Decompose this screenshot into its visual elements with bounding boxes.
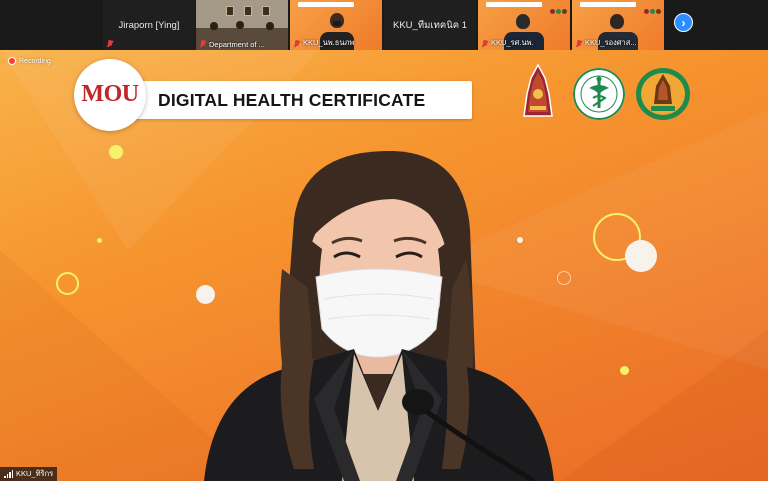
person-head — [610, 14, 624, 29]
decorative-ring — [56, 272, 79, 295]
mou-badge: MOU — [74, 59, 146, 131]
muted-mic-icon — [200, 40, 206, 48]
participant-tile-5[interactable]: KKU_รศ.นพ. — [478, 0, 570, 50]
participant-thumbnail-strip: Jiraporn [Ying] Department of ... KKU_นพ… — [0, 0, 768, 50]
active-speaker-video: Recording DIGITAL HEALTH CERTIFICATE MOU — [0, 50, 768, 481]
mini-logos — [643, 1, 661, 14]
faculty-of-medicine-logo — [636, 68, 690, 120]
active-speaker-name: KKU_ทิริกร — [16, 469, 54, 478]
next-page-button[interactable]: › — [674, 13, 693, 32]
mini-banner — [298, 2, 354, 7]
person-head — [236, 21, 244, 29]
participant-name: KKU_ทีมเทคนิค 1 — [393, 19, 467, 31]
wall-portrait — [226, 6, 234, 16]
mini-banner — [486, 2, 542, 7]
khon-kaen-university-logo — [523, 64, 553, 117]
mini-banner — [580, 2, 636, 7]
participant-tile-6[interactable]: KKU_รองศาส... — [572, 0, 664, 50]
muted-mic-icon — [482, 40, 488, 48]
participant-name: Department of ... — [209, 40, 265, 49]
decorative-dot — [97, 238, 102, 243]
person-head — [210, 22, 218, 30]
person-head — [516, 14, 530, 29]
decorative-dot — [109, 145, 123, 159]
record-icon — [8, 57, 16, 65]
recording-label: Recording — [19, 57, 51, 65]
mini-logos — [549, 1, 567, 14]
signal-strength-icon — [4, 470, 13, 478]
decorative-dot — [620, 366, 629, 375]
wall-portrait — [244, 6, 252, 16]
muted-mic-icon — [294, 40, 300, 48]
participant-name: KKU_นพ.ธนภพ — [303, 38, 355, 47]
recording-indicator[interactable]: Recording — [8, 57, 51, 65]
title-banner: DIGITAL HEALTH CERTIFICATE — [110, 81, 472, 119]
wall-portrait — [262, 6, 270, 16]
participant-tile-1[interactable]: Jiraporn [Ying] — [103, 0, 195, 50]
muted-mic-icon — [107, 40, 113, 48]
active-speaker-name-tag: KKU_ทิริกร — [0, 467, 58, 481]
participant-tile-2[interactable]: Department of ... — [196, 0, 288, 50]
participant-name: KKU_รองศาส... — [585, 38, 637, 47]
ministry-of-public-health-logo — [573, 68, 625, 120]
zoom-meeting-window: Jiraporn [Ying] Department of ... KKU_นพ… — [0, 0, 768, 481]
speaker-person — [204, 150, 554, 481]
decorative-dot — [625, 240, 657, 272]
mou-text: MOU — [81, 81, 139, 107]
participant-tile-3[interactable]: KKU_นพ.ธนภพ — [290, 0, 382, 50]
participant-tile-4[interactable]: KKU_ทีมเทคนิค 1 — [384, 0, 476, 50]
participant-name: KKU_รศ.นพ. — [491, 38, 534, 47]
face-mask — [333, 21, 341, 26]
participant-name: Jiraporn [Ying] — [118, 19, 180, 31]
person-head — [266, 22, 274, 30]
chevron-right-icon: › — [681, 16, 686, 30]
muted-mic-icon — [576, 40, 582, 48]
banner-title: DIGITAL HEALTH CERTIFICATE — [158, 90, 426, 110]
